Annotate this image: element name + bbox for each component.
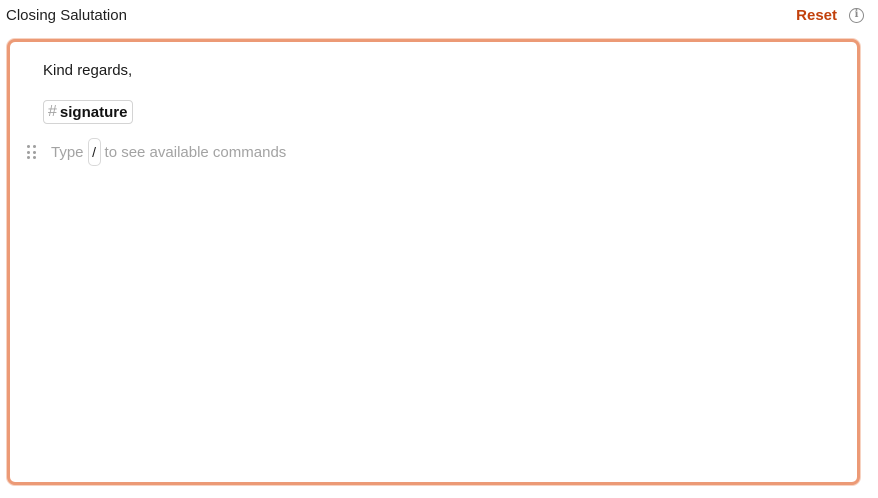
signature-variable-chip[interactable]: # signature [43,100,134,124]
slash-key: / [87,138,101,166]
greeting-line[interactable]: Kind regards, [43,62,132,79]
header-actions: Reset i [796,7,864,24]
field-header: Closing Salutation Reset i [6,0,864,30]
hash-icon: # [48,103,57,120]
command-placeholder[interactable]: Type / to see available commands [51,138,287,166]
field-label: Closing Salutation [6,6,127,24]
info-circle-icon[interactable]: i [849,7,864,23]
reset-button[interactable]: Reset [796,7,837,24]
variable-name: signature [59,103,128,121]
placeholder-text-before: Type [51,143,84,161]
placeholder-text-after: to see available commands [104,143,287,161]
drag-handle-icon[interactable] [27,145,37,159]
salutation-editor[interactable]: Kind regards, # signature Type / to see … [7,39,860,485]
